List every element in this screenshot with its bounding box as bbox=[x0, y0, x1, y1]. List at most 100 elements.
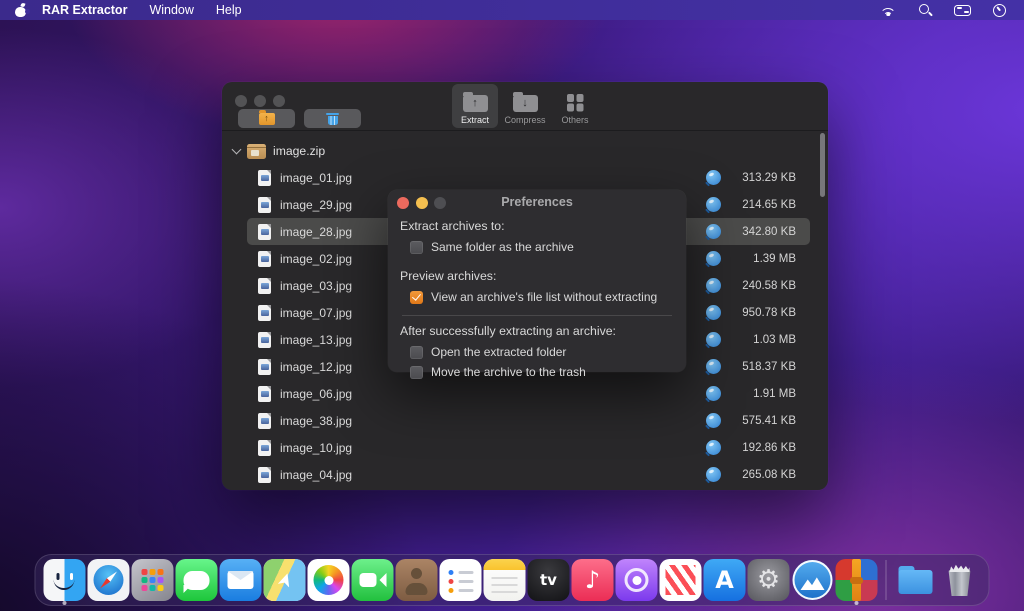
menu-bar: RAR Extractor Window Help bbox=[0, 0, 1024, 20]
checkbox-label: Move the archive to the trash bbox=[431, 365, 586, 379]
music-icon: ♪ bbox=[572, 559, 614, 601]
preferences-titlebar: Preferences bbox=[388, 190, 686, 214]
checkbox-unchecked[interactable] bbox=[410, 366, 423, 379]
dock-contacts[interactable] bbox=[396, 559, 438, 601]
segment-label: Extract bbox=[461, 115, 489, 125]
close-button[interactable] bbox=[397, 197, 409, 209]
jpg-file-icon bbox=[258, 170, 271, 186]
prefs-option-row: View an archive's file list without extr… bbox=[410, 289, 674, 305]
file-size: 1.91 MB bbox=[730, 388, 796, 400]
minimize-button[interactable] bbox=[416, 197, 428, 209]
mail-icon bbox=[220, 559, 262, 601]
checkbox-label: Open the extracted folder bbox=[431, 345, 566, 359]
quicklook-icon[interactable] bbox=[706, 170, 721, 185]
trash-button[interactable] bbox=[304, 109, 361, 128]
quicklook-icon[interactable] bbox=[706, 305, 721, 320]
archive-row[interactable]: image.zip bbox=[233, 138, 810, 164]
file-row[interactable]: image_38.jpg 575.41 KB bbox=[247, 407, 810, 434]
quicklook-icon[interactable] bbox=[706, 251, 721, 266]
segment-others[interactable]: Others bbox=[552, 84, 598, 128]
checkbox-unchecked[interactable] bbox=[410, 346, 423, 359]
window-toolbar: ↑ ↑Extract↓CompressOthers bbox=[222, 82, 828, 131]
segment-extract[interactable]: ↑Extract bbox=[452, 84, 498, 128]
notes-icon bbox=[484, 559, 526, 601]
file-size: 575.41 KB bbox=[730, 415, 796, 427]
quicklook-icon[interactable] bbox=[706, 332, 721, 347]
photos-icon bbox=[308, 559, 350, 601]
menu-bar-status-area bbox=[880, 3, 1010, 17]
chevron-down-icon[interactable] bbox=[232, 144, 242, 154]
dock-tv[interactable]: tv bbox=[528, 559, 570, 601]
checkbox-checked[interactable] bbox=[410, 291, 423, 304]
jpg-file-icon bbox=[258, 386, 271, 402]
dock-app-store[interactable]: A bbox=[704, 559, 746, 601]
extract-to-folder-button[interactable]: ↑ bbox=[238, 109, 295, 128]
jpg-file-icon bbox=[258, 305, 271, 321]
file-name: image_28.jpg bbox=[280, 225, 352, 239]
wifi-icon[interactable] bbox=[880, 4, 896, 16]
podcasts-icon bbox=[616, 559, 658, 601]
finder-icon bbox=[44, 559, 86, 601]
launchpad-icon bbox=[132, 559, 174, 601]
dock-news[interactable] bbox=[660, 559, 702, 601]
dock-facetime[interactable] bbox=[352, 559, 394, 601]
search-icon[interactable] bbox=[918, 3, 932, 17]
prefs-section-heading: After successfully extracting an archive… bbox=[400, 323, 674, 340]
menu-window[interactable]: Window bbox=[149, 3, 193, 17]
dock-photos[interactable] bbox=[308, 559, 350, 601]
app-menu-title[interactable]: RAR Extractor bbox=[42, 3, 127, 17]
file-name: image_13.jpg bbox=[280, 333, 352, 347]
reminders-icon bbox=[440, 559, 482, 601]
minimize-button[interactable] bbox=[254, 95, 266, 107]
dock-reminders[interactable] bbox=[440, 559, 482, 601]
quicklook-icon[interactable] bbox=[706, 467, 721, 482]
dock-launchpad[interactable] bbox=[132, 559, 174, 601]
file-row[interactable]: image_04.jpg265.08 KB bbox=[247, 461, 810, 488]
appletv-icon: tv bbox=[528, 559, 570, 601]
dock-music[interactable]: ♪ bbox=[572, 559, 614, 601]
dock-messages[interactable] bbox=[176, 559, 218, 601]
dock-safari[interactable] bbox=[88, 559, 130, 601]
quicklook-icon[interactable] bbox=[706, 359, 721, 374]
folder-down-icon: ↓ bbox=[513, 95, 538, 112]
file-row[interactable]: image_01.jpg313.29 KB bbox=[247, 164, 810, 191]
apple-menu-icon[interactable] bbox=[14, 3, 27, 18]
file-name: image_03.jpg bbox=[280, 279, 352, 293]
dock-blue-mountain-app[interactable] bbox=[792, 559, 834, 601]
quicklook-icon[interactable] bbox=[706, 197, 721, 212]
segment-compress[interactable]: ↓Compress bbox=[502, 84, 548, 128]
file-size: 1.39 MB bbox=[730, 253, 796, 265]
quicklook-icon[interactable] bbox=[706, 386, 721, 401]
quicklook-icon[interactable] bbox=[706, 440, 721, 455]
dock-rar-extractor[interactable] bbox=[836, 559, 878, 601]
control-center-icon[interactable] bbox=[954, 5, 971, 16]
file-row[interactable]: image_10.jpg192.86 KB bbox=[247, 434, 810, 461]
quicklook-icon[interactable] bbox=[706, 278, 721, 293]
dock-podcasts[interactable] bbox=[616, 559, 658, 601]
menu-help[interactable]: Help bbox=[216, 3, 242, 17]
quicklook-icon[interactable] bbox=[706, 413, 721, 428]
dock-system-preferences[interactable]: ⚙ bbox=[748, 559, 790, 601]
file-name: image_12.jpg bbox=[280, 360, 352, 374]
file-size: 950.78 KB bbox=[730, 307, 796, 319]
file-name: image_38.jpg bbox=[280, 414, 352, 428]
dock-maps[interactable] bbox=[264, 559, 306, 601]
grid-icon bbox=[567, 94, 584, 111]
file-row[interactable]: image_06.jpg 1.91 MB bbox=[247, 380, 810, 407]
clock-icon[interactable] bbox=[993, 4, 1006, 17]
close-button[interactable] bbox=[235, 95, 247, 107]
prefs-section-heading: Extract archives to: bbox=[400, 218, 674, 235]
scrollbar-thumb[interactable] bbox=[820, 133, 825, 197]
dock-trash[interactable] bbox=[939, 559, 981, 601]
dock-finder[interactable] bbox=[44, 559, 86, 601]
dock-mail[interactable] bbox=[220, 559, 262, 601]
zoom-button[interactable] bbox=[273, 95, 285, 107]
quicklook-icon[interactable] bbox=[706, 224, 721, 239]
blue-trash-icon bbox=[326, 112, 339, 126]
file-name: image_02.jpg bbox=[280, 252, 352, 266]
file-name: image_06.jpg bbox=[280, 387, 352, 401]
checkbox-unchecked[interactable] bbox=[410, 241, 423, 254]
dock-notes[interactable] bbox=[484, 559, 526, 601]
dock-downloads[interactable] bbox=[895, 559, 937, 601]
file-size: 192.86 KB bbox=[730, 442, 796, 454]
